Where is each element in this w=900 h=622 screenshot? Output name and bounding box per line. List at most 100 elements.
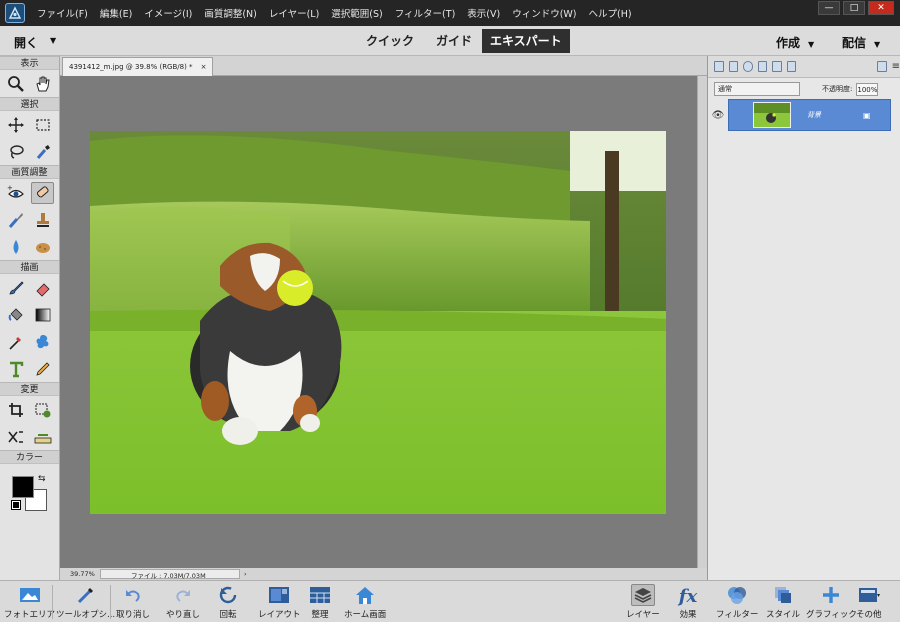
gradient-tool-icon[interactable] xyxy=(31,304,54,326)
close-button[interactable]: ✕ xyxy=(868,1,894,15)
redo-button[interactable]: やり直し xyxy=(166,584,200,622)
minimize-button[interactable]: — xyxy=(818,1,840,15)
menu-image[interactable]: イメージ(I) xyxy=(138,6,198,20)
filters-icon xyxy=(725,584,749,606)
layer-name: 背景 xyxy=(807,111,821,119)
effects-icon: fx xyxy=(678,585,698,607)
menu-layer[interactable]: レイヤー(L) xyxy=(263,6,325,20)
spot-healing-brush-icon[interactable] xyxy=(31,182,55,204)
home-screen-button[interactable]: ホーム画面 xyxy=(344,584,386,622)
chevron-down-icon: ▼ xyxy=(874,40,881,49)
menu-enhance[interactable]: 画質調整(N) xyxy=(198,6,263,20)
crop-tool-icon[interactable] xyxy=(5,399,28,421)
red-eye-tool-icon[interactable]: + xyxy=(5,182,28,204)
menu-window[interactable]: ウィンドウ(W) xyxy=(506,6,582,20)
close-icon[interactable]: × xyxy=(201,58,207,76)
more-button[interactable]: その他 xyxy=(856,584,882,622)
task-label: ツールオプシ... xyxy=(56,610,116,620)
layout-button[interactable]: レイアウト xyxy=(258,584,301,622)
filters-button[interactable]: フィルター xyxy=(716,584,758,622)
menu-file[interactable]: ファイル(F) xyxy=(31,6,94,20)
more-icon xyxy=(857,584,881,606)
marquee-tool-icon[interactable] xyxy=(31,114,54,136)
swap-colors-icon[interactable]: ⇆ xyxy=(38,474,46,484)
document-tab[interactable]: 4391412_m.jpg @ 39.8% (RGB/8) * × xyxy=(62,57,214,76)
tab-guided[interactable]: ガイド xyxy=(428,29,480,53)
pencil-tool-icon[interactable] xyxy=(31,358,54,380)
redo-icon xyxy=(171,584,195,606)
zoom-level[interactable]: 39.77% xyxy=(60,570,100,578)
eyedropper-icon[interactable] xyxy=(5,331,28,353)
tab-expert[interactable]: エキスパート xyxy=(482,29,570,53)
lock-transparency-icon[interactable] xyxy=(786,61,797,72)
maximize-button[interactable]: □ xyxy=(843,1,865,15)
visibility-eye-icon[interactable]: 👁 xyxy=(708,110,728,121)
foreground-color-swatch[interactable] xyxy=(12,476,34,498)
vertical-scrollbar[interactable] xyxy=(697,76,707,568)
task-label: フォトエリア xyxy=(4,610,56,620)
type-tool-icon[interactable] xyxy=(5,358,28,380)
zoom-tool-icon[interactable] xyxy=(5,73,28,95)
chevron-right-icon[interactable]: › xyxy=(244,570,247,578)
opacity-field[interactable]: 100% xyxy=(856,82,879,96)
open-button[interactable]: 開く ▼ xyxy=(14,34,56,51)
paint-bucket-icon[interactable] xyxy=(5,304,28,326)
default-colors-icon[interactable] xyxy=(11,500,21,510)
blend-mode-select[interactable]: 通常 xyxy=(714,82,800,96)
rotate-button[interactable]: 回転 xyxy=(216,584,240,622)
adjustment-layer-icon[interactable] xyxy=(743,61,753,72)
task-label: レイヤー xyxy=(626,610,660,620)
layer-mask-icon[interactable] xyxy=(757,61,768,72)
lasso-tool-icon[interactable] xyxy=(5,141,28,163)
styles-button[interactable]: スタイル xyxy=(766,584,800,622)
chevron-down-icon: ▼ xyxy=(808,40,815,49)
quick-selection-tool-icon[interactable] xyxy=(31,141,54,163)
clone-stamp-icon[interactable] xyxy=(31,209,54,231)
new-group-icon[interactable] xyxy=(728,61,739,72)
layer-row[interactable]: 👁 背景 ▣ xyxy=(708,97,900,133)
menu-edit[interactable]: 編集(E) xyxy=(94,6,138,20)
panel-menu-icon[interactable]: ≡ xyxy=(892,61,900,72)
tool-options-button[interactable]: ツールオプシ... xyxy=(56,584,115,622)
task-label: レイアウト xyxy=(258,610,301,620)
toolbox-section-view: 表示 xyxy=(0,56,59,70)
sponge-tool-icon[interactable] xyxy=(31,236,54,258)
tab-quick[interactable]: クイック xyxy=(358,29,422,53)
organizer-icon xyxy=(308,584,332,606)
recompose-tool-icon[interactable] xyxy=(31,399,54,421)
content-aware-move-icon[interactable] xyxy=(5,426,28,448)
undo-button[interactable]: 取り消し xyxy=(116,584,150,622)
photo-bin-button[interactable]: フォトエリア xyxy=(4,584,55,622)
lock-icon[interactable] xyxy=(772,61,782,72)
menu-view[interactable]: 表示(V) xyxy=(461,6,506,20)
move-tool-icon[interactable] xyxy=(5,114,28,136)
mode-bar: 開く ▼ クイック ガイド エキスパート 作成 ▼ 配信 ▼ xyxy=(0,26,900,56)
graphics-button[interactable]: グラフィック xyxy=(806,584,857,622)
blur-tool-icon[interactable] xyxy=(5,236,28,258)
task-label: フィルター xyxy=(716,610,759,620)
custom-shape-icon[interactable] xyxy=(31,331,54,353)
chevron-down-icon: ▼ xyxy=(50,36,57,45)
new-layer-icon[interactable] xyxy=(714,61,724,72)
undo-icon xyxy=(121,584,145,606)
photo-canvas[interactable] xyxy=(90,131,666,514)
tool-palette: 表示 選択 画質調整 + 描画 変更 カラー ⇆ xyxy=(0,56,60,580)
layer-item-background[interactable]: 背景 ▣ xyxy=(728,99,891,131)
tool-options-icon xyxy=(74,584,98,606)
menu-help[interactable]: ヘルプ(H) xyxy=(583,6,638,20)
trash-icon[interactable] xyxy=(877,61,887,72)
eraser-tool-icon[interactable] xyxy=(31,277,54,299)
layers-button[interactable]: レイヤー xyxy=(626,584,660,622)
photo-bin-icon xyxy=(18,584,42,606)
effects-button[interactable]: fx 効果 xyxy=(676,584,700,622)
brush-tool-icon[interactable] xyxy=(5,277,28,299)
straighten-tool-icon[interactable] xyxy=(31,426,54,448)
menu-select[interactable]: 選択範囲(S) xyxy=(325,6,388,20)
toolbox-section-select: 選択 xyxy=(0,97,59,111)
menu-filter[interactable]: フィルター(T) xyxy=(389,6,462,20)
create-button[interactable]: 作成 ▼ xyxy=(776,34,814,51)
smart-brush-icon[interactable] xyxy=(5,209,28,231)
share-button[interactable]: 配信 ▼ xyxy=(842,34,880,51)
organizer-button[interactable]: 整理 xyxy=(308,584,332,622)
hand-tool-icon[interactable] xyxy=(31,73,54,95)
